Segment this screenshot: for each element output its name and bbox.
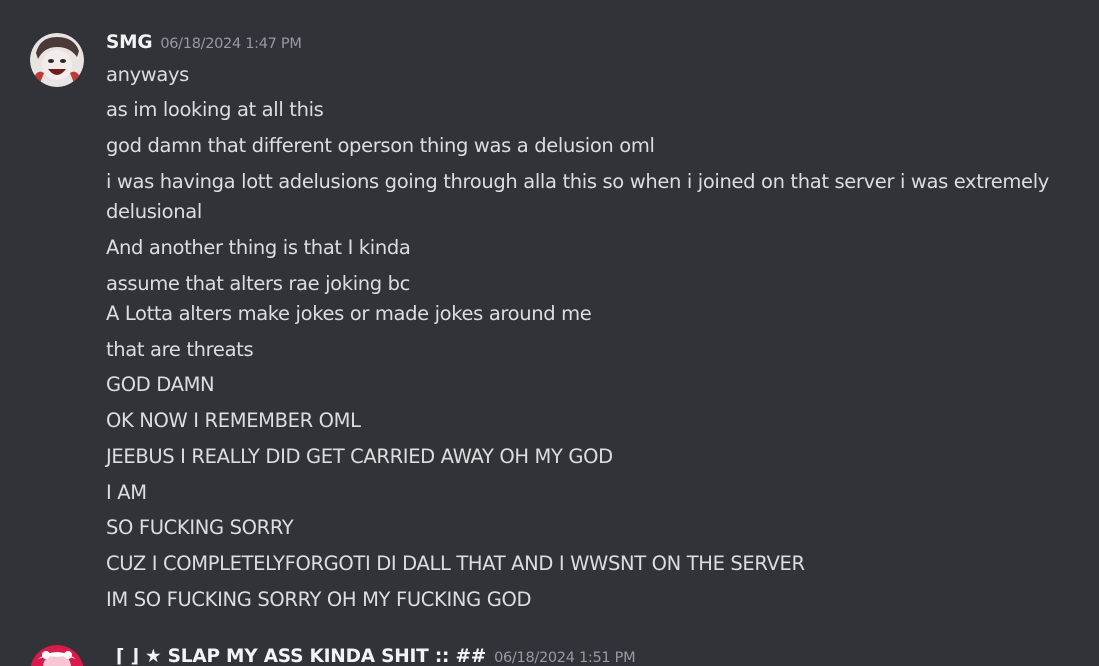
avatar[interactable]: [30, 33, 84, 87]
timestamp[interactable]: 06/18/2024 1:51 PM: [494, 650, 636, 666]
message-line: GOD DAMN: [106, 373, 215, 396]
message-line: JEEBUS I REALLY DID GET CARRIED AWAY OH …: [106, 445, 613, 468]
message-line: assume that alters rae joking bc: [106, 272, 411, 295]
avatar[interactable]: [30, 645, 84, 666]
message-line: I AM: [106, 481, 147, 504]
message-header: SMG 06/18/2024 1:47 PM: [106, 32, 302, 53]
message-line: god damn that different operson thing wa…: [106, 134, 655, 157]
message-header: ⌈ ⌋ ★ SLAP MY ASS KINDA SHIT :: ## 06/18/…: [116, 646, 636, 666]
message-line: A Lotta alters make jokes or made jokes …: [106, 302, 592, 325]
timestamp[interactable]: 06/18/2024 1:47 PM: [160, 36, 302, 52]
avatar-image: [30, 645, 84, 666]
avatar-image: [30, 33, 84, 87]
message-line: CUZ I COMPLETELYFORGOTI DI DALL THAT AND…: [106, 552, 805, 575]
message-line: as im looking at all this: [106, 98, 324, 121]
message-line: i was havinga lott adelusions going thro…: [106, 170, 1049, 223]
message-line: anyways: [106, 63, 189, 86]
message-line: that are threats: [106, 338, 254, 361]
message-line: IM SO FUCKING SORRY OH MY FUCKING GOD: [106, 588, 532, 611]
username[interactable]: ⌈ ⌋ ★ SLAP MY ASS KINDA SHIT :: ##: [116, 646, 486, 666]
message-line: SO FUCKING SORRY: [106, 516, 294, 539]
message-line: OK NOW I REMEMBER OML: [106, 409, 361, 432]
message-line: And another thing is that I kinda: [106, 236, 411, 259]
username[interactable]: SMG: [106, 32, 153, 53]
